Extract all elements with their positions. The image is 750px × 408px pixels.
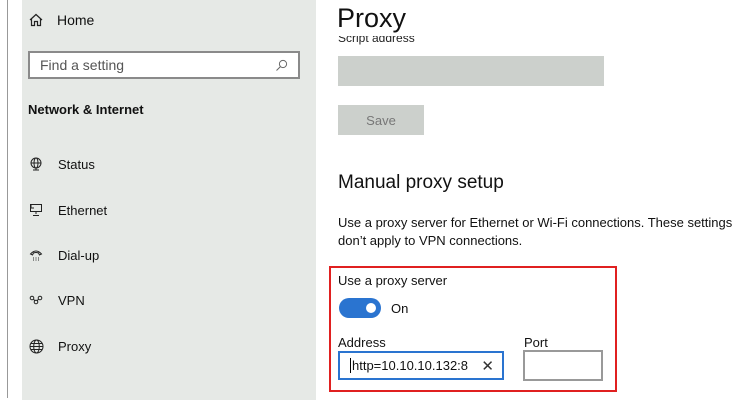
address-label: Address <box>338 335 386 350</box>
manual-proxy-description: Use a proxy server for Ethernet or Wi-Fi… <box>338 215 733 248</box>
search-input[interactable]: Find a setting <box>28 51 300 79</box>
sidebar-item-proxy[interactable]: Proxy <box>28 338 91 354</box>
manual-proxy-heading: Manual proxy setup <box>338 172 504 193</box>
page-title: Proxy <box>337 3 407 33</box>
sidebar-item-label: Ethernet <box>58 202 108 218</box>
section-title: Network & Internet <box>28 102 144 117</box>
address-value: http=10.10.10.132:8 <box>350 358 469 373</box>
sidebar-item-vpn[interactable]: VPN <box>28 292 85 308</box>
script-address-input[interactable] <box>338 56 604 86</box>
sidebar-item-label: Dial-up <box>58 247 100 263</box>
sidebar-item-label: Status <box>58 156 95 172</box>
globe-icon <box>28 338 44 354</box>
script-address-label: Script address <box>338 36 538 45</box>
sidebar-item-label: VPN <box>58 292 85 308</box>
search-icon <box>276 59 288 71</box>
sidebar: Home Find a setting Network & Internet S… <box>22 0 316 400</box>
sidebar-item-ethernet[interactable]: Ethernet <box>28 202 107 218</box>
script-address-text: Script address <box>338 36 415 45</box>
address-input[interactable]: http=10.10.10.132:8 ✕ <box>338 351 504 380</box>
home-icon <box>29 13 43 27</box>
search-placeholder: Find a setting <box>40 57 125 73</box>
save-button[interactable]: Save <box>338 105 424 135</box>
port-label: Port <box>524 335 548 350</box>
sidebar-item-status[interactable]: Status <box>28 156 95 172</box>
globe-monitor-icon <box>28 156 44 172</box>
vpn-icon <box>28 292 44 308</box>
window-edge <box>7 0 8 398</box>
dialup-phone-icon <box>28 247 44 263</box>
use-proxy-label: Use a proxy server <box>338 273 448 288</box>
clear-icon[interactable]: ✕ <box>481 357 494 375</box>
use-proxy-toggle[interactable] <box>339 298 381 318</box>
ethernet-icon <box>28 202 44 218</box>
sidebar-item-label: Proxy <box>58 338 92 354</box>
port-input[interactable] <box>523 350 603 381</box>
sidebar-item-dialup[interactable]: Dial-up <box>28 247 99 263</box>
toggle-state: On <box>391 301 409 316</box>
sidebar-item-home[interactable]: Home <box>29 12 94 28</box>
home-label: Home <box>57 12 95 28</box>
